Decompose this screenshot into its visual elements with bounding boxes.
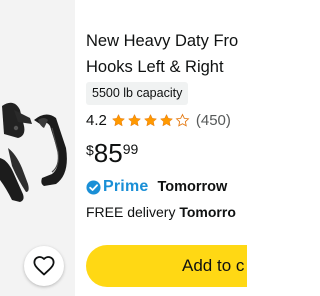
free-delivery-text: FREE delivery xyxy=(86,204,180,220)
product-title[interactable]: New Heavy Daty Fro Hooks Left & Right xyxy=(86,28,247,80)
star-icon xyxy=(127,113,141,126)
star-icon xyxy=(159,113,173,126)
price-whole: 85 xyxy=(93,138,123,168)
price-symbol: $ xyxy=(86,142,94,158)
heart-outline-icon xyxy=(33,256,55,276)
free-delivery-day: Tomorro xyxy=(179,204,236,220)
add-to-cart-button[interactable]: Add to c xyxy=(86,245,247,287)
prime-check-icon xyxy=(86,179,101,195)
rating-row[interactable]: 4.2 (450) xyxy=(86,110,231,130)
prime-label: Prime xyxy=(103,178,149,195)
product-image-panel[interactable] xyxy=(0,0,75,296)
product-image[interactable] xyxy=(0,88,75,208)
rating-value: 4.2 xyxy=(86,111,107,129)
prime-row: Prime Tomorrow xyxy=(86,177,227,197)
rating-count[interactable]: (450) xyxy=(196,112,231,129)
price: $ 85 99 xyxy=(86,138,138,172)
free-delivery-row: FREE delivery Tomorro xyxy=(86,204,236,224)
prime-delivery-day: Tomorrow xyxy=(157,179,228,195)
star-outline-icon xyxy=(175,113,190,127)
wishlist-button[interactable] xyxy=(24,246,64,286)
star-icon xyxy=(111,113,125,126)
star-icon xyxy=(143,113,157,126)
capacity-badge: 5500 lb capacity xyxy=(86,82,189,105)
product-title-line-1[interactable]: New Heavy Daty Fro xyxy=(86,28,247,54)
price-fraction: 99 xyxy=(122,141,139,157)
product-title-line-2[interactable]: Hooks Left & Right xyxy=(86,54,247,80)
star-rating[interactable] xyxy=(111,113,191,128)
product-card[interactable]: New Heavy Daty Fro Hooks Left & Right 55… xyxy=(0,0,247,296)
